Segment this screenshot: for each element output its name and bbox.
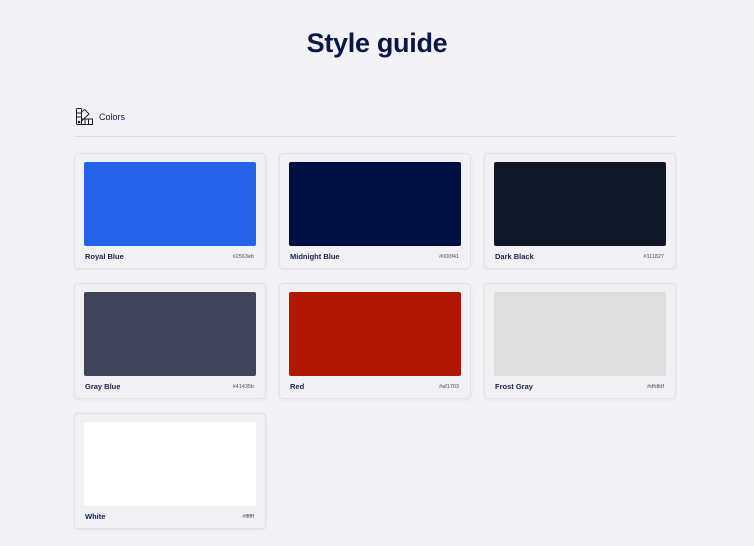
color-name: Gray Blue (85, 382, 121, 391)
section-label: Colors (99, 112, 126, 122)
color-swatch (289, 292, 461, 376)
color-swatch (289, 162, 461, 246)
color-name: Frost Gray (495, 382, 533, 391)
color-hex: #000f41 (439, 254, 459, 260)
color-hex: #111827 (643, 254, 664, 260)
color-card: Frost Gray #dfdfdf (484, 283, 676, 399)
section-divider (75, 136, 676, 137)
color-palette-icon (76, 108, 93, 125)
page-title: Style guide (306, 28, 448, 58)
color-hex: #af1703 (439, 384, 459, 390)
color-hex: #ffffff (242, 514, 254, 520)
style-guide-page: Style guide Colors Royal Blue #2563eb Mi… (0, 0, 754, 546)
color-name: White (85, 512, 106, 521)
color-card: Gray Blue #41435b (74, 283, 266, 399)
color-name: Dark Black (495, 252, 534, 261)
color-card: Red #af1703 (279, 283, 471, 399)
color-card: White #ffffff (74, 413, 266, 529)
color-card: Dark Black #111827 (484, 153, 676, 269)
colors-section-header: Colors (75, 107, 125, 127)
color-hex: #dfdfdf (647, 384, 664, 390)
color-name: Royal Blue (85, 252, 124, 261)
color-name: Midnight Blue (290, 252, 340, 261)
color-card: Royal Blue #2563eb (74, 153, 266, 269)
color-hex: #2563eb (232, 254, 254, 260)
color-card: Midnight Blue #000f41 (279, 153, 471, 269)
color-swatch (84, 292, 256, 376)
color-swatch (84, 162, 256, 246)
color-name: Red (290, 382, 305, 391)
color-swatch (494, 162, 666, 246)
color-swatch (494, 292, 666, 376)
color-hex: #41435b (232, 384, 254, 390)
color-swatch (84, 422, 256, 506)
color-swatch-grid: Royal Blue #2563eb Midnight Blue #000f41… (74, 153, 676, 529)
